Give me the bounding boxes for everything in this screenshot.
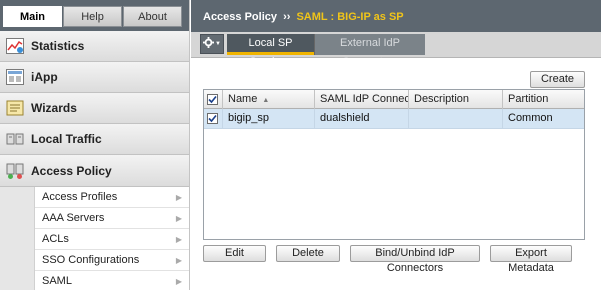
- submenu-item-access-profiles[interactable]: Access Profiles ▶: [35, 187, 189, 208]
- export-metadata-button[interactable]: Export Metadata: [490, 245, 572, 274]
- tab-main[interactable]: Main: [3, 6, 62, 27]
- local-traffic-icon: [5, 129, 25, 149]
- cell-idp-connectors: dualshield: [315, 109, 409, 128]
- cell-name[interactable]: bigip_sp: [223, 109, 315, 128]
- left-navigation: Main Help About Statistics iApp Wizards …: [0, 0, 190, 290]
- access-policy-icon: [5, 161, 25, 181]
- tab-local-sp-services[interactable]: Local SP Services: [227, 34, 314, 68]
- nav-section-label: iApp: [31, 70, 58, 84]
- sp-services-table: Name ▲ SAML IdP Connectors Description Pa…: [203, 89, 585, 240]
- cell-partition: Common: [508, 112, 553, 124]
- gear-icon: [203, 37, 215, 51]
- submenu-item-label: ACLs: [42, 233, 69, 245]
- select-all-checkbox[interactable]: [207, 94, 218, 105]
- chevron-right-icon: ▶: [175, 192, 182, 202]
- nav-section-wizards[interactable]: Wizards: [0, 93, 189, 124]
- nav-section-label: Wizards: [31, 101, 77, 115]
- submenu-item-label: SAML: [42, 275, 72, 287]
- table-row[interactable]: bigip_sp dualshield Common: [204, 109, 584, 129]
- checkmark-icon: [208, 95, 217, 104]
- delete-button[interactable]: Delete: [276, 245, 340, 262]
- breadcrumb-section[interactable]: Access Policy: [203, 11, 277, 23]
- statistics-icon: [5, 36, 25, 56]
- bind-unbind-idp-connectors-button[interactable]: Bind/Unbind IdP Connectors: [350, 245, 480, 274]
- nav-tab-bar: Main Help About: [0, 0, 189, 31]
- row-select-cell: [204, 109, 223, 128]
- sort-ascending-icon: ▲: [262, 97, 270, 104]
- tab-about[interactable]: About: [123, 6, 182, 27]
- chevron-right-icon: ▶: [175, 234, 182, 244]
- column-label: Name: [228, 93, 258, 105]
- chevron-right-icon: ▶: [175, 213, 182, 223]
- column-header-description[interactable]: Description: [409, 90, 503, 109]
- nav-section-local-traffic[interactable]: Local Traffic: [0, 124, 189, 155]
- breadcrumb-current: SAML : BIG-IP as SP: [296, 11, 404, 23]
- nav-section-label: Statistics: [31, 39, 85, 53]
- submenu-item-label: Access Profiles: [42, 191, 118, 203]
- nav-section-label: Local Traffic: [31, 132, 102, 146]
- submenu-item-label: SSO Configurations: [42, 254, 140, 266]
- tab-external-idp-connectors[interactable]: External IdP Connectors: [314, 34, 425, 68]
- breadcrumb: Access Policy ›› SAML : BIG-IP as SP: [191, 0, 601, 32]
- submenu-item-sso-configurations[interactable]: SSO Configurations ▶: [35, 250, 189, 271]
- column-header-partition[interactable]: Partition: [503, 90, 584, 109]
- iapp-icon: [5, 67, 25, 87]
- access-policy-submenu: Access Profiles ▶ AAA Servers ▶ ACLs ▶ SSO …: [34, 187, 189, 290]
- create-button[interactable]: Create: [530, 71, 585, 88]
- main-content: Create Name ▲ SAML IdP Connectors Descrip…: [191, 58, 601, 290]
- submenu-item-acls[interactable]: ACLs ▶: [35, 229, 189, 250]
- row-checkbox[interactable]: [207, 113, 218, 124]
- chevron-right-icon: ▶: [175, 255, 182, 265]
- edit-button[interactable]: Edit: [203, 245, 266, 262]
- breadcrumb-separator: ››: [283, 11, 291, 23]
- column-header-idp-connectors[interactable]: SAML IdP Connectors: [315, 90, 409, 109]
- column-header-name[interactable]: Name ▲: [223, 90, 315, 109]
- subtab-bar: ▼ Local SP Services External IdP Connect…: [191, 32, 601, 68]
- nav-section-access-policy[interactable]: Access Policy: [0, 155, 189, 187]
- tab-help[interactable]: Help: [63, 6, 122, 27]
- chevron-down-icon: ▼: [215, 41, 221, 47]
- nav-section-iapp[interactable]: iApp: [0, 62, 189, 93]
- settings-menu-button[interactable]: ▼: [200, 34, 224, 54]
- submenu-item-saml[interactable]: SAML ▶: [35, 271, 189, 290]
- cell-description: [409, 109, 503, 128]
- select-all-cell: [204, 90, 223, 109]
- submenu-item-label: AAA Servers: [42, 212, 105, 224]
- checkmark-icon: [208, 114, 217, 123]
- nav-section-label: Access Policy: [31, 163, 112, 178]
- chevron-right-icon: ▶: [175, 276, 182, 286]
- table-header: Name ▲ SAML IdP Connectors Description Pa…: [204, 90, 584, 109]
- wizards-icon: [5, 98, 25, 118]
- nav-section-statistics[interactable]: Statistics: [0, 31, 189, 62]
- submenu-item-aaa-servers[interactable]: AAA Servers ▶: [35, 208, 189, 229]
